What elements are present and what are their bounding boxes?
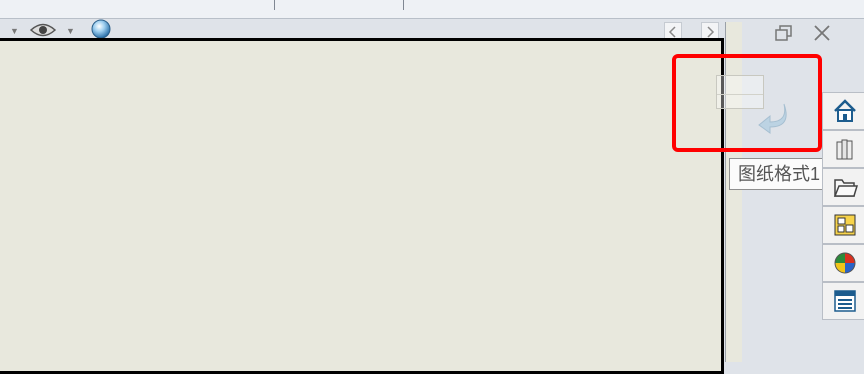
tab-home[interactable] (822, 92, 864, 130)
appearances-icon (834, 252, 856, 274)
design-library-icon (836, 139, 853, 160)
task-pane-tabs (822, 92, 864, 346)
tab-design-library[interactable] (822, 130, 864, 168)
folder-icon (833, 179, 858, 197)
custom-properties-icon (834, 290, 856, 312)
highlight-box (672, 54, 822, 152)
close-window-icon[interactable] (811, 22, 833, 44)
globe-icon[interactable] (90, 18, 112, 40)
tab-custom-properties[interactable] (822, 282, 864, 320)
tab-file-explorer[interactable] (822, 168, 864, 206)
tab-view-palette[interactable] (822, 206, 864, 244)
chevron-down-icon[interactable]: ▼ (10, 26, 19, 36)
toolbar-separator (403, 0, 404, 10)
drawing-sheet[interactable] (0, 38, 724, 374)
chevron-down-icon[interactable]: ▼ (66, 26, 75, 36)
home-icon (834, 99, 856, 122)
top-bar (0, 0, 864, 19)
toolbar-separator (274, 0, 275, 10)
eye-icon[interactable] (29, 21, 57, 39)
restore-window-icon[interactable] (773, 22, 795, 44)
view-palette-icon (834, 214, 856, 236)
tab-appearances[interactable] (822, 244, 864, 282)
